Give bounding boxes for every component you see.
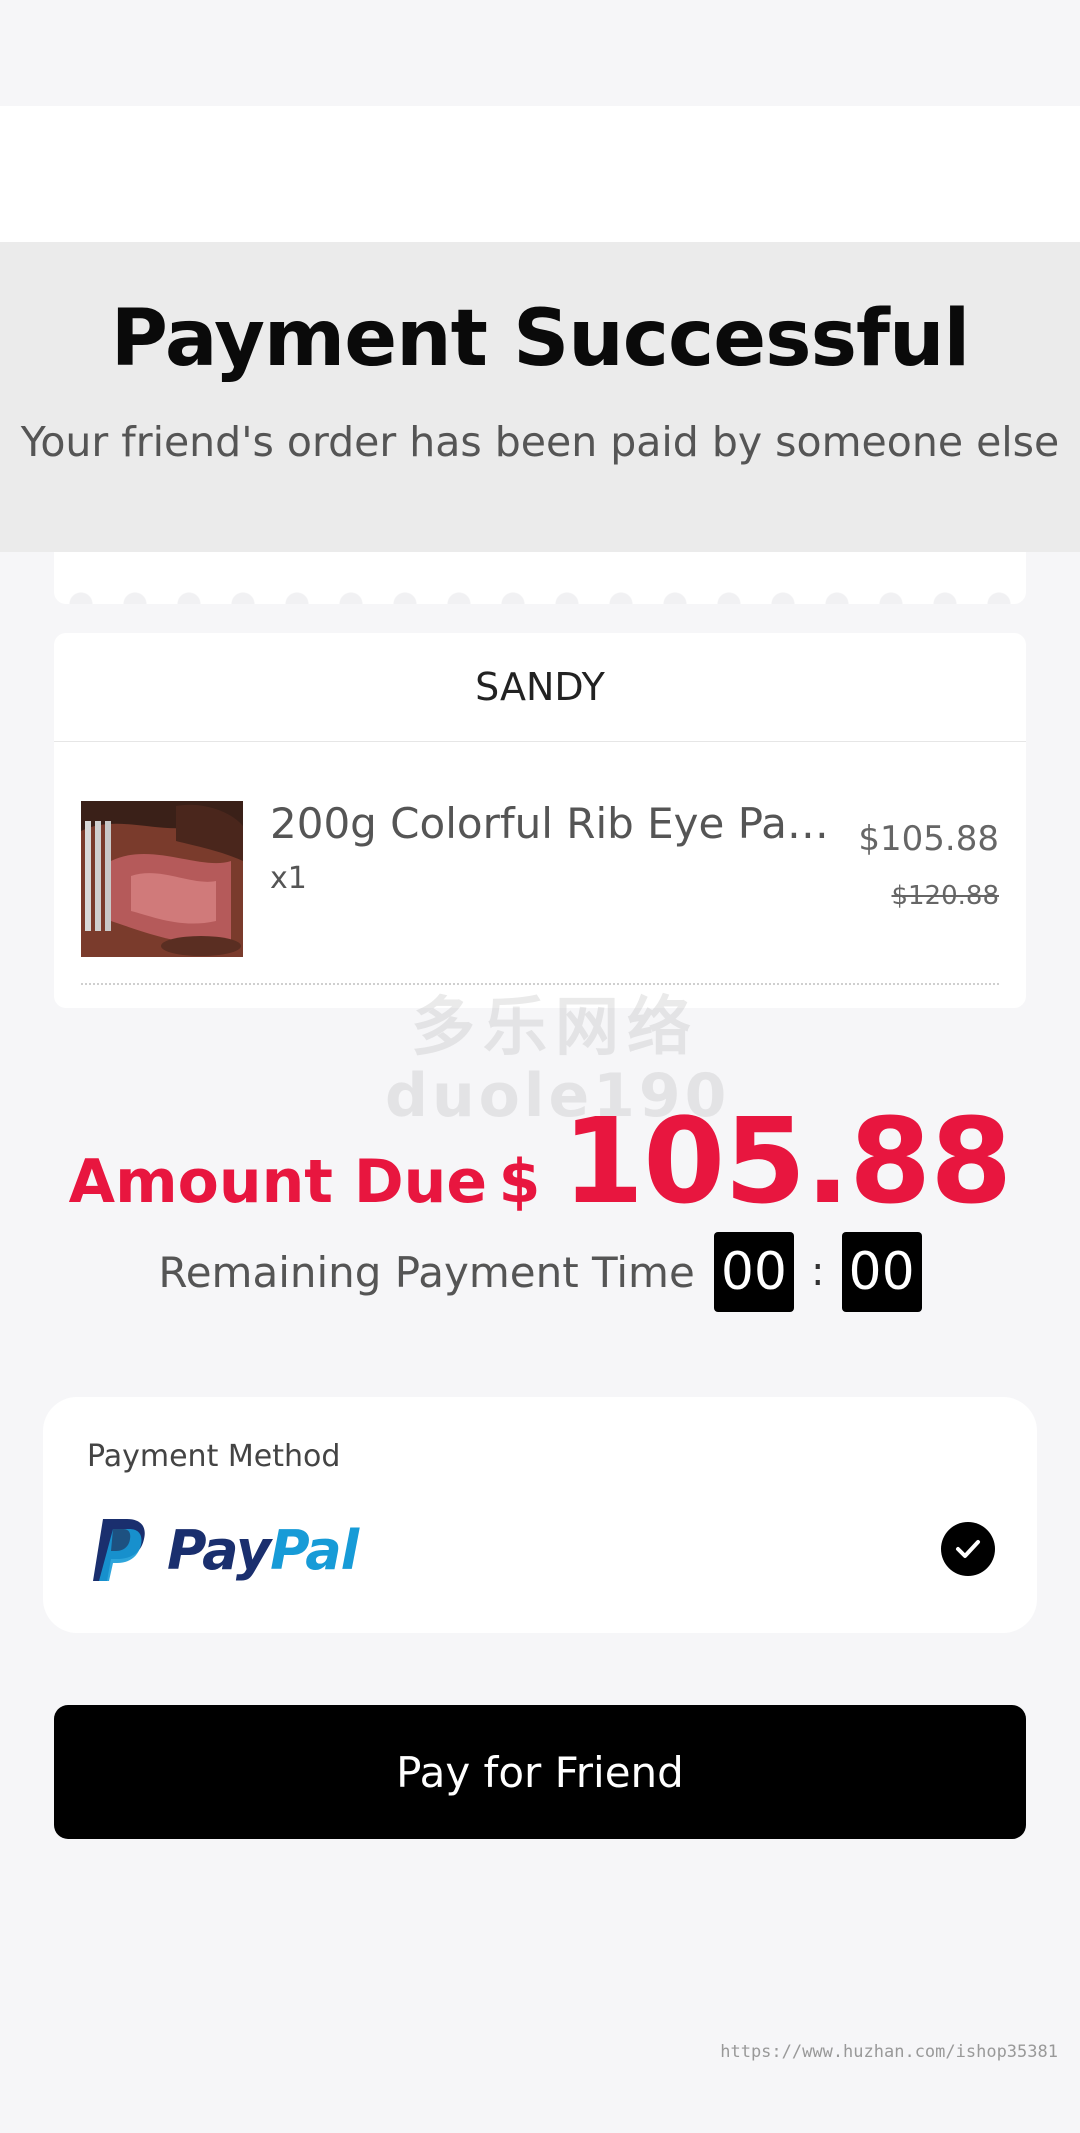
pay-for-friend-button[interactable]: Pay for Friend: [54, 1705, 1026, 1839]
amount-currency: $: [498, 1147, 541, 1217]
page-subtitle: Your friend's order has been paid by som…: [20, 418, 1060, 466]
timer-separator: :: [811, 1249, 825, 1295]
order-card: SANDY 200g Colorful Rib Eye Pac… x1 $105…: [54, 633, 1026, 1008]
paypal-icon: [93, 1519, 145, 1581]
success-banner: Payment Successful Your friend's order h…: [0, 242, 1080, 552]
shop-name: SANDY: [54, 633, 1026, 742]
payment-countdown: Remaining Payment Time 00 : 00: [0, 1232, 1080, 1312]
paypal-wordmark: PayPal: [167, 1518, 359, 1582]
payment-method-title: Payment Method: [87, 1439, 341, 1474]
product-price: $105.88: [858, 819, 999, 859]
status-bar: [0, 0, 1080, 106]
divider: [81, 983, 999, 985]
timer-label: Remaining Payment Time: [158, 1247, 695, 1297]
amount-value: 105.88: [561, 1092, 1012, 1230]
amount-label: Amount Due: [68, 1147, 488, 1217]
product-name[interactable]: 200g Colorful Rib Eye Pac…: [270, 799, 830, 848]
product-quantity: x1: [270, 861, 307, 896]
selected-check-icon[interactable]: [941, 1522, 995, 1576]
paypal-option[interactable]: PayPal: [89, 1515, 359, 1585]
page-title: Payment Successful: [110, 294, 970, 384]
footer-url: https://www.huzhan.com/ishop35381: [720, 2042, 1058, 2062]
navigation-bar: [0, 106, 1080, 242]
timer-minutes: 00: [713, 1232, 794, 1312]
product-image[interactable]: [81, 801, 243, 957]
payment-method-card: Payment Method PayPal: [43, 1397, 1037, 1633]
scallop-dots: [54, 592, 1026, 604]
amount-due: Amount Due $ 105.88: [0, 1092, 1080, 1230]
timer-seconds: 00: [841, 1232, 922, 1312]
ticket-scallop-edge: [54, 552, 1026, 604]
product-original-price: $120.88: [891, 881, 999, 911]
